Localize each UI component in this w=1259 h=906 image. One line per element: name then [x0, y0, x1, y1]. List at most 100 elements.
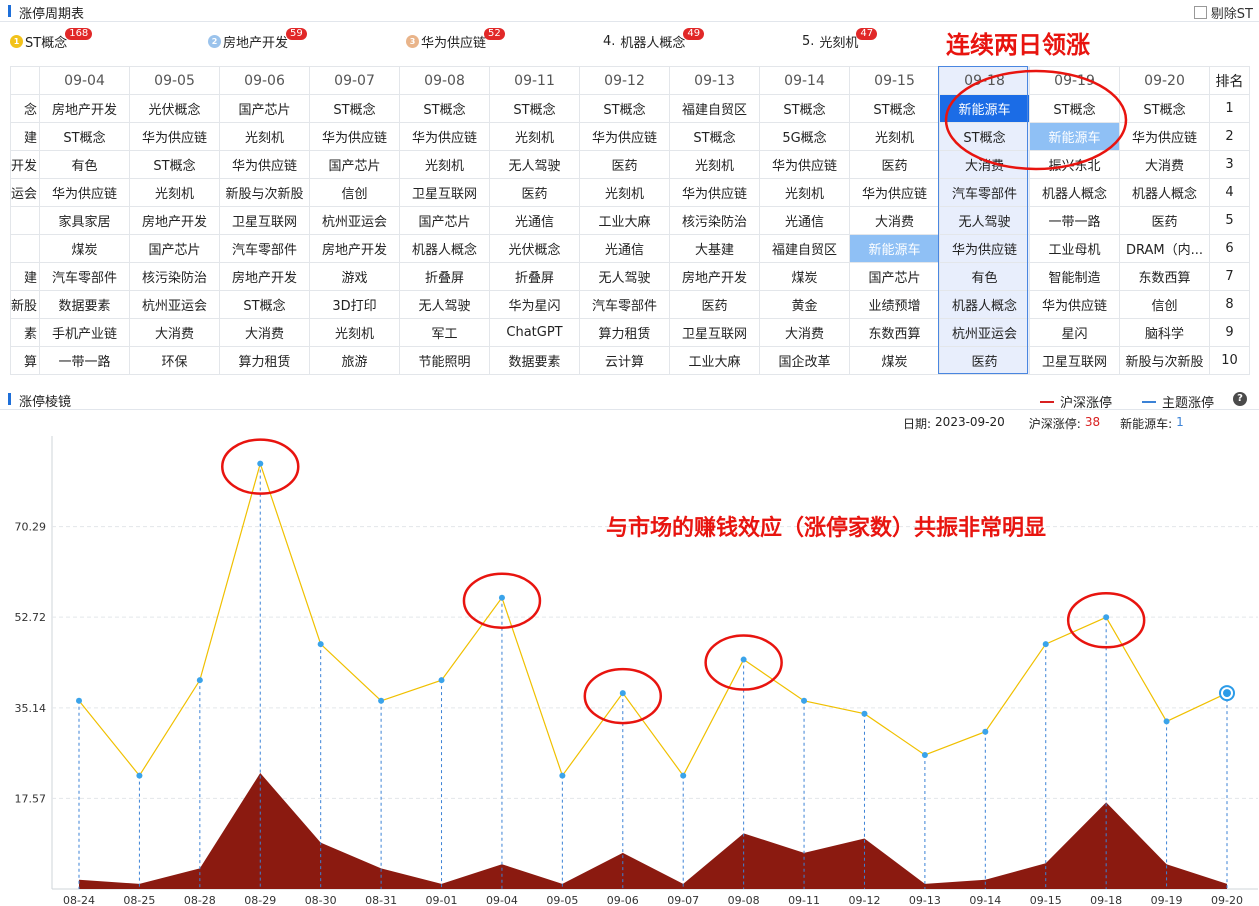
- theme-cell[interactable]: 房地产开发: [129, 206, 221, 235]
- theme-cell[interactable]: 国企改革: [759, 346, 851, 375]
- theme-cell[interactable]: 机器人概念: [1029, 178, 1121, 207]
- theme-cell[interactable]: 业绩预增: [849, 290, 941, 319]
- theme-cell[interactable]: 东数西算: [849, 318, 941, 347]
- theme-cell[interactable]: 国产芯片: [399, 206, 491, 235]
- theme-cell[interactable]: 数据要素: [489, 346, 581, 375]
- theme-cell[interactable]: 旅游: [309, 346, 401, 375]
- theme-cell[interactable]: 卫星互联网: [399, 178, 491, 207]
- theme-cell[interactable]: 光刻机: [579, 178, 671, 207]
- date-column-header[interactable]: 09-08: [399, 66, 491, 95]
- theme-cell[interactable]: ST概念: [1029, 94, 1121, 123]
- theme-cell[interactable]: ST概念: [939, 122, 1031, 151]
- theme-cell[interactable]: 华为供应链: [309, 122, 401, 151]
- theme-cell[interactable]: 华为供应链: [759, 150, 851, 179]
- theme-cell[interactable]: 大消费: [219, 318, 311, 347]
- theme-cell[interactable]: 福建自贸区: [669, 94, 761, 123]
- date-column-header[interactable]: 09-13: [669, 66, 761, 95]
- theme-cell[interactable]: 国产芯片: [849, 262, 941, 291]
- theme-cell[interactable]: 光刻机: [309, 318, 401, 347]
- data-point[interactable]: [982, 728, 989, 735]
- theme-cell[interactable]: 无人驾驶: [579, 262, 671, 291]
- theme-cell[interactable]: 杭州亚运会: [309, 206, 401, 235]
- data-point[interactable]: [1103, 614, 1110, 621]
- theme-cell[interactable]: 国产芯片: [219, 94, 311, 123]
- theme-cell[interactable]: ST概念: [849, 94, 941, 123]
- theme-cell[interactable]: 华为供应链: [669, 178, 761, 207]
- theme-cell[interactable]: 大消费: [759, 318, 851, 347]
- theme-cell[interactable]: 无人驾驶: [399, 290, 491, 319]
- theme-cell[interactable]: 杭州亚运会: [939, 318, 1031, 347]
- theme-cell[interactable]: 光刻机: [669, 150, 761, 179]
- theme-cell[interactable]: 华为供应链: [579, 122, 671, 151]
- date-column-header[interactable]: 09-19: [1029, 66, 1121, 95]
- theme-cell[interactable]: 光伏概念: [129, 94, 221, 123]
- theme-cell[interactable]: 华为供应链: [39, 178, 131, 207]
- theme-cell[interactable]: 新股与次新股: [219, 178, 311, 207]
- theme-cell[interactable]: 工业大麻: [669, 346, 761, 375]
- theme-cell[interactable]: 卫星互联网: [669, 318, 761, 347]
- theme-cell[interactable]: 房地产开发: [219, 262, 311, 291]
- theme-cell[interactable]: 新能源车: [939, 94, 1031, 123]
- theme-cell[interactable]: 光刻机: [399, 150, 491, 179]
- date-column-header[interactable]: 09-15: [849, 66, 941, 95]
- data-point[interactable]: [257, 460, 264, 467]
- theme-cell[interactable]: 煤炭: [39, 234, 131, 263]
- data-point[interactable]: [196, 677, 203, 684]
- theme-cell[interactable]: 手机产业链: [39, 318, 131, 347]
- theme-cell[interactable]: 大消费: [129, 318, 221, 347]
- theme-cell[interactable]: 汽车零部件: [939, 178, 1031, 207]
- theme-cell[interactable]: 光刻机: [489, 122, 581, 151]
- theme-cell[interactable]: 医药: [579, 150, 671, 179]
- date-column-header[interactable]: 09-05: [129, 66, 221, 95]
- theme-cell[interactable]: 有色: [939, 262, 1031, 291]
- theme-cell[interactable]: ST概念: [759, 94, 851, 123]
- theme-cell[interactable]: 智能制造: [1029, 262, 1121, 291]
- theme-cell[interactable]: 光刻机: [759, 178, 851, 207]
- date-column-header[interactable]: 09-18: [939, 66, 1031, 95]
- theme-cell[interactable]: 游戏: [309, 262, 401, 291]
- theme-cell[interactable]: 算力租赁: [219, 346, 311, 375]
- exclude-st-checkbox[interactable]: [1193, 6, 1207, 19]
- theme-cell[interactable]: 一带一路: [1029, 206, 1121, 235]
- theme-cell[interactable]: ST概念: [219, 290, 311, 319]
- theme-cell[interactable]: 华为供应链: [849, 178, 941, 207]
- selected-point[interactable]: [1223, 689, 1231, 698]
- theme-cell[interactable]: 卫星互联网: [219, 206, 311, 235]
- date-column-header[interactable]: 09-07: [309, 66, 401, 95]
- legend-item-theme[interactable]: 主题涨停: [1142, 392, 1214, 411]
- data-point[interactable]: [1163, 718, 1170, 725]
- date-column-header[interactable]: 09-12: [579, 66, 671, 95]
- theme-cell[interactable]: 汽车零部件: [219, 234, 311, 263]
- date-column-header[interactable]: 09-20: [1119, 66, 1211, 95]
- theme-cell[interactable]: 振兴东北: [1029, 150, 1121, 179]
- data-point[interactable]: [921, 751, 928, 758]
- data-point[interactable]: [1042, 641, 1049, 648]
- theme-cell[interactable]: 华为星闪: [489, 290, 581, 319]
- theme-cell[interactable]: 信创: [309, 178, 401, 207]
- theme-cell[interactable]: DRAM（内...: [1119, 234, 1211, 263]
- theme-cell[interactable]: 医药: [669, 290, 761, 319]
- theme-cell[interactable]: 大消费: [849, 206, 941, 235]
- data-point[interactable]: [861, 710, 868, 717]
- theme-cell[interactable]: 云计算: [579, 346, 671, 375]
- theme-cell[interactable]: 工业母机: [1029, 234, 1121, 263]
- theme-cell[interactable]: 星闪: [1029, 318, 1121, 347]
- data-point[interactable]: [438, 677, 445, 684]
- theme-cell[interactable]: 大消费: [1119, 150, 1211, 179]
- theme-cell[interactable]: 新能源车: [849, 234, 941, 263]
- theme-cell[interactable]: ST概念: [39, 122, 131, 151]
- limit-up-prism-chart[interactable]: 17.57 35.14 52.72 70.29 08-24 08-25 08-28 08-29…: [0, 432, 1259, 906]
- data-point[interactable]: [740, 656, 747, 663]
- theme-cell[interactable]: 医药: [489, 178, 581, 207]
- theme-cell[interactable]: 东数西算: [1119, 262, 1211, 291]
- top-theme-3[interactable]: 3 华为供应链 52: [406, 28, 505, 52]
- theme-cell[interactable]: 算力租赁: [579, 318, 671, 347]
- theme-cell[interactable]: ST概念: [669, 122, 761, 151]
- theme-cell[interactable]: 房地产开发: [39, 94, 131, 123]
- theme-cell[interactable]: 折叠屏: [399, 262, 491, 291]
- top-theme-2[interactable]: 2 房地产开发 59: [208, 28, 307, 52]
- theme-cell[interactable]: 杭州亚运会: [129, 290, 221, 319]
- theme-cell[interactable]: ST概念: [309, 94, 401, 123]
- date-column-header[interactable]: 09-04: [39, 66, 131, 95]
- theme-cell[interactable]: 有色: [39, 150, 131, 179]
